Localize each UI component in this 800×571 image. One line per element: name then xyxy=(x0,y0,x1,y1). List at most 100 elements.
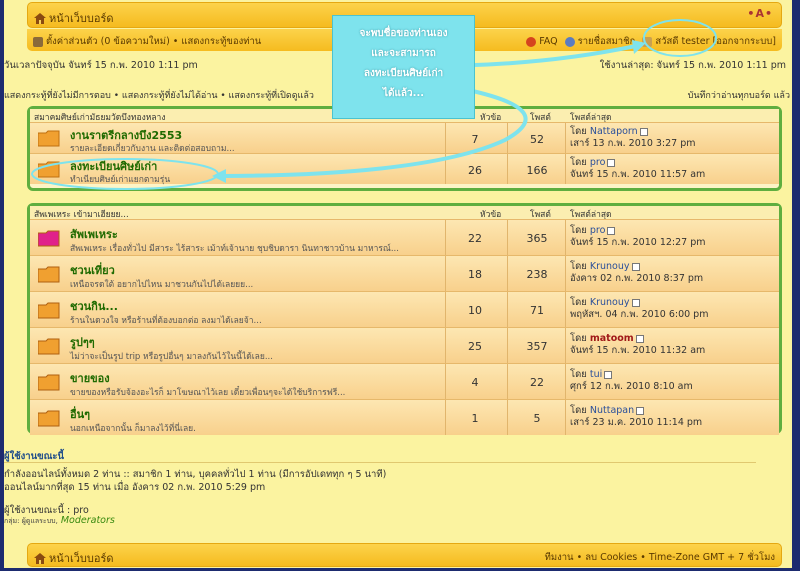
group-legend: กลุ่ม: ผู้ดูแลระบบ, Moderators xyxy=(4,515,115,527)
column-divider xyxy=(565,123,566,153)
whos-online-heading[interactable]: ผู้ใช้งานขณะนี้ xyxy=(4,451,64,462)
online-record: ออนไลน์มากที่สุด 15 ท่าน เมื่อ อังคาร 02… xyxy=(4,482,266,493)
font-size-toggle[interactable]: •A• xyxy=(747,7,773,20)
last-post-user[interactable]: Nuttapan xyxy=(590,405,634,416)
topics-count: 1 xyxy=(471,412,479,425)
topics-count: 26 xyxy=(468,164,482,177)
moderators-link[interactable]: Moderators xyxy=(61,515,115,526)
divider xyxy=(4,462,756,463)
window-frame-right xyxy=(792,0,800,571)
current-time: วันเวลาปัจจุบัน จันทร์ 15 ก.พ. 2010 1:11… xyxy=(4,60,198,71)
folder-icon xyxy=(38,230,60,247)
members-link[interactable]: รายชื่อสมาชิก xyxy=(578,34,636,49)
last-post: โดย Nuttapan เสาร์ 23 ม.ค. 2010 11:14 pm xyxy=(570,405,702,429)
profile-link-label: ตั้งค่าส่วนตัว (0 ข้อความใหม่) • แสดงกระ… xyxy=(46,36,262,47)
folder-icon xyxy=(38,410,60,427)
footer-home-link[interactable]: หน้าเว็บบอร์ด xyxy=(34,549,114,567)
forum-description: นอกเหนือจากนั้น ก็มาลงไว้ที่นี่เลย. xyxy=(70,424,196,434)
quick-links[interactable]: แสดงกระทู้ที่ยังไม่มีการตอบ • แสดงกระทู้… xyxy=(4,88,314,102)
last-post-user[interactable]: matoom xyxy=(590,333,634,344)
topics-count: 22 xyxy=(468,232,482,245)
posts-count: 238 xyxy=(526,268,548,281)
topics-count: 4 xyxy=(471,376,479,389)
last-post-user[interactable]: pro xyxy=(590,225,606,236)
last-post-date: จันทร์ 15 ก.พ. 2010 12:27 pm xyxy=(570,237,706,248)
view-latest-post-icon[interactable] xyxy=(607,158,616,167)
last-visit: ใช้งานล่าสุด: จันทร์ 15 ก.พ. 2010 1:11 p… xyxy=(599,60,786,71)
callout-line: และจะสามารถ xyxy=(371,48,436,59)
forum-description: ร้านในดวงใจ หรือร้านที่ต้องบอกต่อ ลงมาได… xyxy=(70,316,262,326)
view-latest-post-icon[interactable] xyxy=(639,127,648,136)
forum-row[interactable]: อื่นๆ นอกเหนือจากนั้น ก็มาลงไว้ที่นี่เลย.… xyxy=(30,399,779,435)
last-post: โดย matoom จันทร์ 15 ก.พ. 2010 11:32 am xyxy=(570,333,705,357)
view-latest-post-icon[interactable] xyxy=(636,406,645,415)
faq-link[interactable]: FAQ xyxy=(539,36,557,47)
logout-link[interactable]: สวัสดี tester [ออกจากระบบ] xyxy=(655,34,776,49)
posts-count: 22 xyxy=(530,376,544,389)
last-post-date: อังคาร 02 ก.พ. 2010 8:37 pm xyxy=(570,273,704,284)
folder-icon xyxy=(38,266,60,283)
last-post-by: โดย xyxy=(570,405,587,416)
view-latest-post-icon[interactable] xyxy=(607,226,616,235)
last-post-user[interactable]: Krunouy xyxy=(590,297,630,308)
callout-line: ลงทะเบียนศิษย์เก่า xyxy=(363,68,444,79)
last-post-user[interactable]: Nattaporn xyxy=(590,126,638,137)
last-post-by: โดย xyxy=(570,126,587,137)
view-latest-post-icon[interactable] xyxy=(631,298,640,307)
last-post: โดย Nattaporn เสาร์ 13 ก.พ. 2010 3:27 pm xyxy=(570,126,696,150)
legend-label: กลุ่ม: ผู้ดูแลระบบ, xyxy=(4,517,58,525)
profile-link[interactable]: ตั้งค่าส่วนตัว (0 ข้อความใหม่) • แสดงกระ… xyxy=(33,34,261,49)
view-latest-post-icon[interactable] xyxy=(635,334,644,343)
forum-row[interactable]: งานราตรีกลางบึง2553 รายละเอียดเกี่ยวกับง… xyxy=(30,122,779,154)
last-post-user[interactable]: Krunouy xyxy=(590,261,630,272)
last-post-by: โดย xyxy=(570,261,587,272)
wrench-icon xyxy=(33,36,43,47)
forum-row[interactable]: สัพเพเหระ สัพเพเหระ เรื่องทั่วไป มีสาระ ไ… xyxy=(30,219,779,255)
forum-row[interactable]: รูปๆๆ ไม่ว่าจะเป็นรูป trip หรือรูปอื่นๆ ม… xyxy=(30,327,779,363)
members-icon xyxy=(564,36,575,47)
last-post-by: โดย xyxy=(570,333,587,344)
column-divider xyxy=(565,220,566,255)
faq-icon xyxy=(526,36,537,47)
mark-all-read-link[interactable]: บันทึกว่าอ่านทุกบอร์ด แล้ว xyxy=(688,88,790,102)
last-post-user[interactable]: tui xyxy=(590,369,602,380)
last-post-user[interactable]: pro xyxy=(590,157,606,168)
last-post-by: โดย xyxy=(570,157,587,168)
forum-description: ขายของหรือรับจ้องอะไรก็ มาโฆษณาไว้เลย เด… xyxy=(70,388,346,398)
posts-count: 5 xyxy=(533,412,541,425)
last-post-date: จันทร์ 15 ก.พ. 2010 11:57 am xyxy=(570,169,706,180)
posts-count: 52 xyxy=(530,133,544,146)
footer-home-label: หน้าเว็บบอร์ด xyxy=(49,552,114,565)
last-post-by: โดย xyxy=(570,369,587,380)
column-divider xyxy=(565,364,566,399)
footer-links[interactable]: ทีมงาน • ลบ Cookies • Time-Zone GMT + 7 … xyxy=(545,550,775,565)
forum-row[interactable]: ชวนกิน... ร้านในดวงใจ หรือร้านที่ต้องบอกต… xyxy=(30,291,779,327)
topics-count: 18 xyxy=(468,268,482,281)
forum-description: เหนือจรดใต้ อยากไปไหน มาชวนกันไปได้เลยยย… xyxy=(70,280,254,290)
annotation-callout: จะพบชื่อของท่านเอง และจะสามารถ ลงทะเบียน… xyxy=(332,15,475,119)
folder-icon xyxy=(38,302,60,319)
last-post-by: โดย xyxy=(570,297,587,308)
folder-icon xyxy=(38,130,60,147)
last-post-by: โดย xyxy=(570,225,587,236)
forum-description: สัพเพเหระ เรื่องทั่วไป มีสาระ ไร้สาระ เม… xyxy=(70,244,399,254)
column-divider xyxy=(565,400,566,435)
view-latest-post-icon[interactable] xyxy=(631,262,640,271)
forum-row[interactable]: ขายของ ขายของหรือรับจ้องอะไรก็ มาโฆษณาไว้… xyxy=(30,363,779,399)
last-post-date: เสาร์ 13 ก.พ. 2010 3:27 pm xyxy=(570,138,696,149)
lock-icon xyxy=(642,36,653,47)
home-icon xyxy=(34,12,46,24)
forum-row[interactable]: ลงทะเบียนศิษย์เก่า ทำเนียบศิษย์เก่าแยกตา… xyxy=(30,153,779,185)
view-latest-post-icon[interactable] xyxy=(604,370,613,379)
callout-line: ได้แล้ว... xyxy=(382,88,425,99)
column-divider xyxy=(565,292,566,327)
forum-row[interactable]: ชวนเที่ยว เหนือจรดใต้ อยากไปไหน มาชวนกันไ… xyxy=(30,255,779,291)
posts-count: 166 xyxy=(526,164,548,177)
last-post: โดย tui ศุกร์ 12 ก.พ. 2010 8:10 am xyxy=(570,369,693,393)
home-link[interactable]: หน้าเว็บบอร์ด xyxy=(34,9,114,27)
footer-bar: หน้าเว็บบอร์ด ทีมงาน • ลบ Cookies • Time… xyxy=(27,543,782,567)
last-post: โดย pro จันทร์ 15 ก.พ. 2010 11:57 am xyxy=(570,157,705,181)
posts-count: 365 xyxy=(526,232,548,245)
folder-icon xyxy=(38,338,60,355)
last-post: โดย Krunouy พฤหัสฯ. 04 ก.พ. 2010 6:00 pm xyxy=(570,297,708,321)
